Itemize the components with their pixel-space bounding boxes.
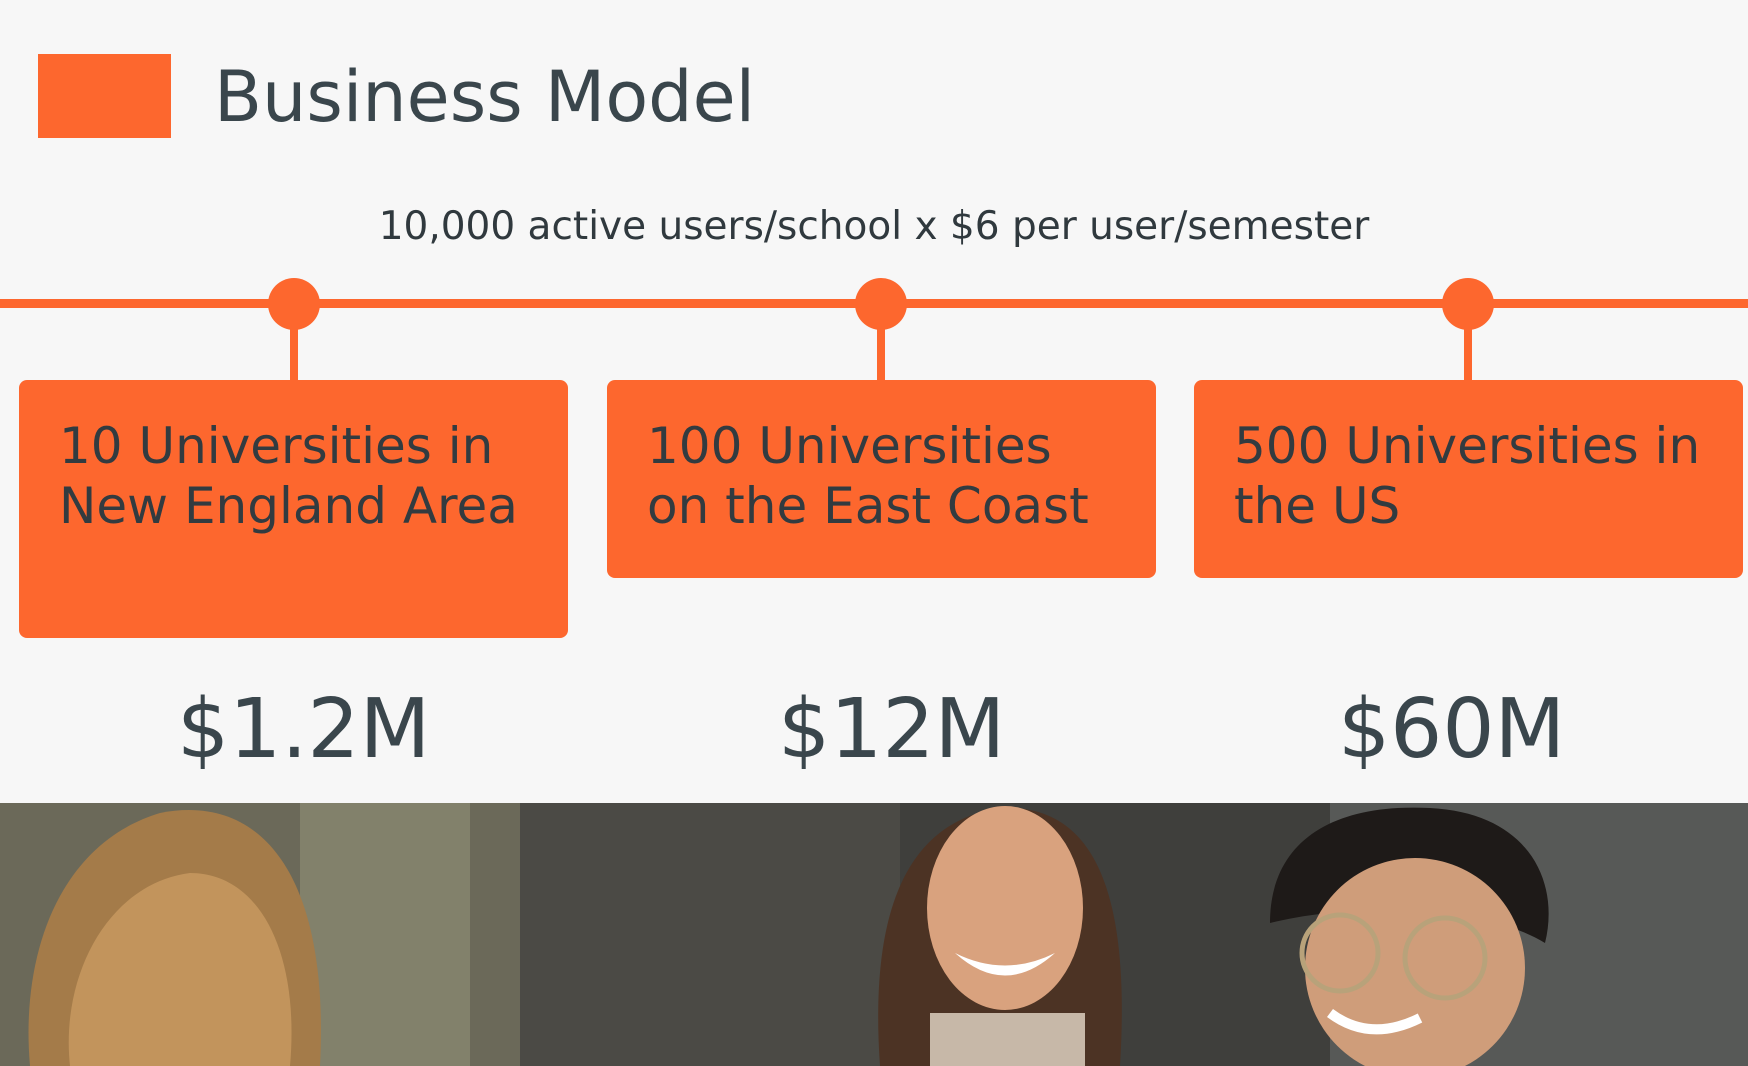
milestone-card-2: 100 Universities on the East Coast bbox=[607, 380, 1156, 578]
title-accent-block bbox=[38, 54, 171, 138]
students-photo bbox=[0, 803, 1748, 1066]
milestone-value-1: $1.2M bbox=[177, 682, 431, 777]
milestone-label: 10 Universities in New England Area bbox=[59, 417, 518, 535]
milestone-label: 100 Universities on the East Coast bbox=[647, 417, 1089, 535]
timeline-node-3 bbox=[1442, 278, 1494, 330]
milestone-card-1: 10 Universities in New England Area bbox=[19, 380, 568, 638]
milestone-value-2: $12M bbox=[778, 682, 1006, 777]
slide-title: Business Model bbox=[214, 56, 756, 138]
milestone-card-3: 500 Universities in the US bbox=[1194, 380, 1743, 578]
timeline-stem-3 bbox=[1464, 325, 1472, 385]
students-photo-illustration bbox=[0, 803, 1748, 1066]
timeline-node-2 bbox=[855, 278, 907, 330]
business-model-slide: Business Model 10,000 active users/schoo… bbox=[0, 0, 1748, 1066]
revenue-formula: 10,000 active users/school x $6 per user… bbox=[378, 204, 1370, 249]
milestone-value-3: $60M bbox=[1338, 682, 1566, 777]
timeline-stem-2 bbox=[877, 325, 885, 385]
milestone-label: 500 Universities in the US bbox=[1234, 417, 1701, 535]
timeline-node-1 bbox=[268, 278, 320, 330]
timeline-stem-1 bbox=[290, 325, 298, 385]
